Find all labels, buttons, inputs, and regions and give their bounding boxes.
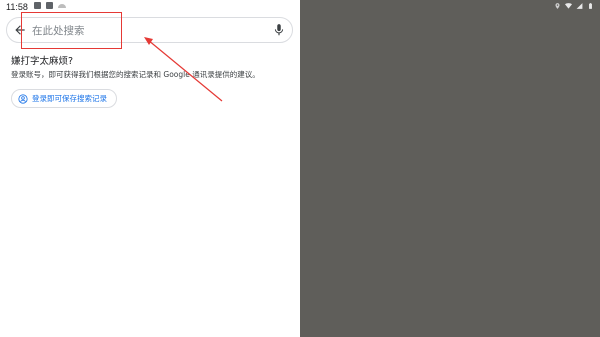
search-input[interactable] xyxy=(32,22,232,39)
image-notification-icon xyxy=(34,2,41,9)
search-panel: 11:58 嫌打字太麻烦? 登录账号，即可获得我们根据您的搜索记录和 Googl… xyxy=(0,0,300,337)
account-circle-icon xyxy=(18,93,28,104)
battery-icon xyxy=(589,3,592,9)
promo-title: 嫌打字太麻烦? xyxy=(11,56,74,67)
annotation-arrow xyxy=(144,37,223,102)
wifi-dim-icon xyxy=(58,3,66,8)
dimmed-overlay-pane[interactable] xyxy=(300,0,600,337)
status-bar: 11:58 xyxy=(0,0,300,14)
status-notification-icons xyxy=(34,2,66,9)
login-save-history-button[interactable]: 登录即可保存搜索记录 xyxy=(11,89,117,108)
status-time: 11:58 xyxy=(6,2,28,12)
system-status-icons xyxy=(554,2,594,10)
promo-description: 登录账号，即可获得我们根据您的搜索记录和 Google 通讯录提供的建议。 xyxy=(11,70,260,79)
wifi-icon xyxy=(565,3,572,9)
app-notification-icon xyxy=(46,2,53,9)
location-icon xyxy=(555,3,560,9)
signal-icon xyxy=(576,3,583,9)
search-bar[interactable] xyxy=(6,17,293,43)
arrow-back-icon[interactable] xyxy=(13,23,27,37)
login-chip-label: 登录即可保存搜索记录 xyxy=(32,93,107,103)
mic-icon[interactable] xyxy=(272,23,286,37)
